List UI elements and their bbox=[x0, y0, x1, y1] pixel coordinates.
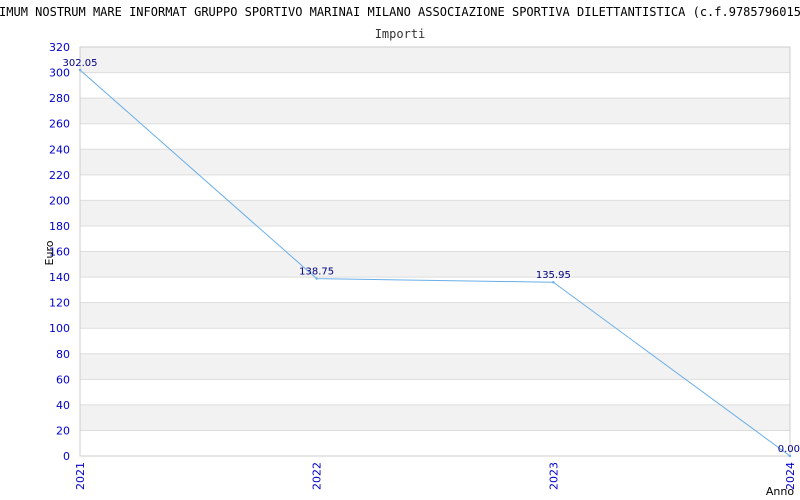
grid-band bbox=[80, 404, 790, 431]
data-label: 138.75 bbox=[299, 267, 334, 278]
grid-band bbox=[80, 149, 790, 175]
data-point bbox=[788, 454, 792, 458]
grid-band bbox=[80, 328, 790, 354]
y-tick-label: 80 bbox=[56, 348, 70, 361]
line-chart: 0204060801001201401601802002202402602803… bbox=[0, 5, 800, 498]
y-tick-label: 100 bbox=[49, 322, 70, 335]
grid-band bbox=[80, 251, 790, 278]
grid-band bbox=[80, 200, 790, 226]
data-point bbox=[78, 68, 82, 72]
y-tick-label: 200 bbox=[49, 194, 70, 207]
chart-subtitle: Importi bbox=[375, 27, 426, 41]
y-tick-label: 140 bbox=[49, 271, 70, 284]
y-tick-label: 60 bbox=[56, 373, 70, 386]
y-tick-label: 240 bbox=[49, 143, 70, 156]
data-point bbox=[315, 277, 318, 280]
y-tick-label: 280 bbox=[49, 92, 70, 105]
data-label: 135.95 bbox=[536, 270, 571, 281]
chart-title: ANIMUM NOSTRUM MARE INFORMAT GRUPPO SPOR… bbox=[0, 5, 800, 19]
grid-band bbox=[80, 430, 790, 456]
x-axis-ticks: 2021 2022 2023 2024 bbox=[74, 462, 797, 490]
grid-band bbox=[80, 379, 790, 405]
y-tick-label: 20 bbox=[56, 424, 70, 437]
data-point bbox=[552, 281, 555, 284]
y-tick-label: 260 bbox=[49, 118, 70, 131]
grid-band bbox=[80, 72, 790, 99]
x-tick-label: 2021 bbox=[74, 462, 87, 490]
y-tick-label: 220 bbox=[49, 169, 70, 182]
data-label: 0.00 bbox=[778, 444, 800, 455]
grid-band bbox=[80, 98, 790, 124]
y-tick-label: 120 bbox=[49, 297, 70, 310]
x-axis-label: Anno bbox=[766, 485, 794, 498]
y-axis-label: Euro bbox=[43, 240, 56, 265]
y-tick-label: 0 bbox=[63, 450, 70, 463]
grid-band bbox=[80, 174, 790, 201]
data-label: 302.05 bbox=[63, 58, 98, 69]
grid-band bbox=[80, 302, 790, 329]
x-tick-label: 2023 bbox=[547, 462, 560, 490]
grid-band bbox=[80, 47, 790, 73]
y-tick-label: 320 bbox=[49, 41, 70, 54]
grid-band bbox=[80, 123, 790, 150]
y-tick-label: 40 bbox=[56, 399, 70, 412]
y-tick-label: 180 bbox=[49, 220, 70, 233]
x-tick-label: 2022 bbox=[311, 462, 324, 490]
grid-band bbox=[80, 353, 790, 380]
grid-band bbox=[80, 225, 790, 252]
